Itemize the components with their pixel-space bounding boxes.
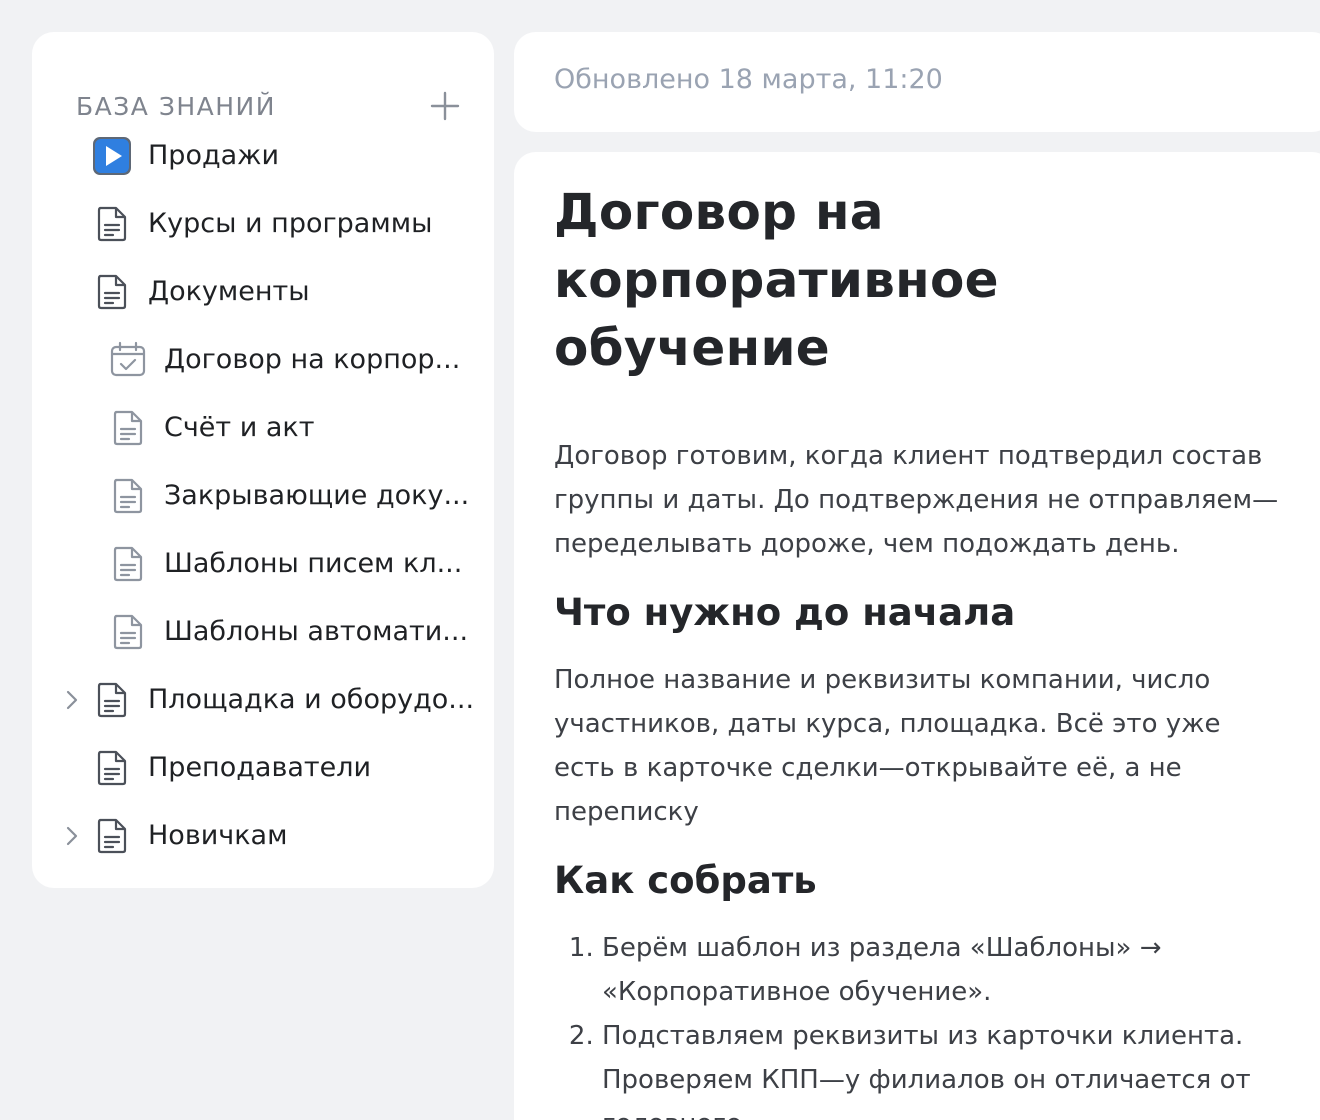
sidebar-item[interactable]: Курсы и программы xyxy=(32,190,494,258)
sidebar-title: БАЗА ЗНАНИЙ xyxy=(76,91,276,121)
sidebar-item-label: Продажи xyxy=(148,140,280,171)
chevron-right-icon[interactable] xyxy=(62,824,82,848)
section-heading-how-to: Как собрать xyxy=(554,859,817,902)
document-intro: Договор готовим, когда клиент подтвердил… xyxy=(554,441,1279,559)
sidebar-item[interactable]: Документы xyxy=(32,258,494,326)
sidebar-tree: Продажи Курсы и программы Документы Договор… xyxy=(32,122,494,870)
document-card: Договор на корпоративное обучение Догово… xyxy=(514,152,1320,1120)
sidebar: БАЗА ЗНАНИЙ Продажи Курсы и программы Доку… xyxy=(32,32,494,888)
updated-card: Обновлено 18 марта, 11:20 xyxy=(514,32,1320,132)
sidebar-item-label: Преподаватели xyxy=(148,752,372,783)
sidebar-item-label: Площадка и оборудо... xyxy=(148,684,475,715)
sidebar-item[interactable]: Закрывающие доку... xyxy=(32,462,494,530)
sidebar-item[interactable]: Преподаватели xyxy=(32,734,494,802)
document-icon xyxy=(92,816,132,856)
section-heading-prerequisites: Что нужно до начала xyxy=(554,591,1016,634)
sidebar-item-label: Курсы и программы xyxy=(148,208,433,239)
sidebar-header: БАЗА ЗНАНИЙ xyxy=(76,86,460,126)
sidebar-item[interactable]: Площадка и оборудо... xyxy=(32,666,494,734)
knowledge-base-page: БАЗА ЗНАНИЙ Продажи Курсы и программы Доку… xyxy=(0,0,1320,1120)
play-icon xyxy=(92,136,132,176)
add-page-button[interactable] xyxy=(430,91,460,121)
updated-timestamp: Обновлено 18 марта, 11:20 xyxy=(554,64,943,95)
document-icon xyxy=(92,680,132,720)
sidebar-item-label: Документы xyxy=(148,276,310,307)
sidebar-item-label: Новичкам xyxy=(148,820,288,851)
document-content: Договор на корпоративное обучение Догово… xyxy=(554,178,1284,1120)
document-icon xyxy=(108,476,148,516)
sidebar-item-label: Закрывающие доку... xyxy=(164,480,470,511)
calendar-check-icon xyxy=(108,340,148,380)
chevron-right-icon[interactable] xyxy=(62,688,82,712)
document-icon xyxy=(108,408,148,448)
document-icon xyxy=(92,204,132,244)
document-title: Договор на корпоративное обучение xyxy=(554,183,999,377)
steps-list: Берём шаблон из раздела «Шаблоны» → «Кор… xyxy=(554,926,1284,1120)
sidebar-item[interactable]: Договор на корпор... xyxy=(32,326,494,394)
sidebar-item[interactable]: Новичкам xyxy=(32,802,494,870)
sidebar-item[interactable]: Шаблоны автомати... xyxy=(32,598,494,666)
document-icon xyxy=(108,612,148,652)
sidebar-item-label: Шаблоны писем кл... xyxy=(164,548,463,579)
step-item: Берём шаблон из раздела «Шаблоны» → «Кор… xyxy=(602,926,1284,1014)
sidebar-item-label: Договор на корпор... xyxy=(164,344,461,375)
plus-icon xyxy=(430,91,460,121)
section-text-prerequisites: Полное название и реквизиты компании, чи… xyxy=(554,665,1221,827)
sidebar-item[interactable]: Шаблоны писем кл... xyxy=(32,530,494,598)
step-item: Подставляем реквизиты из карточки клиент… xyxy=(602,1014,1284,1120)
sidebar-item-label: Счёт и акт xyxy=(164,412,315,443)
sidebar-item[interactable]: Счёт и акт xyxy=(32,394,494,462)
sidebar-item[interactable]: Продажи xyxy=(32,122,494,190)
document-icon xyxy=(92,748,132,788)
sidebar-item-label: Шаблоны автомати... xyxy=(164,616,469,647)
document-icon xyxy=(108,544,148,584)
document-icon xyxy=(92,272,132,312)
